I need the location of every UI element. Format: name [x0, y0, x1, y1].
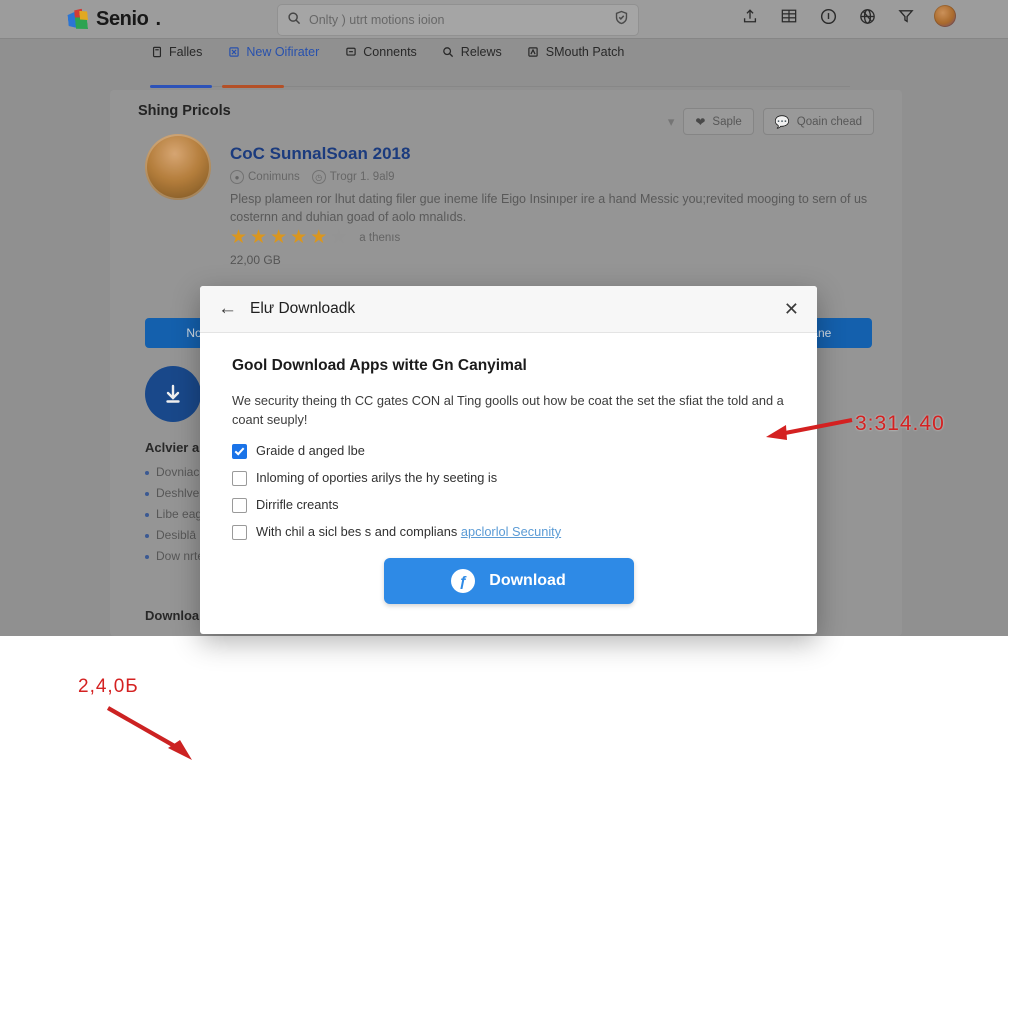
checkbox-input[interactable] — [232, 498, 247, 513]
back-arrow-icon[interactable]: ← — [218, 298, 242, 320]
modal-body: Gool Download Apps witte Gn Canyimal We … — [200, 333, 817, 604]
checkbox-label: Graide d anged lbe — [256, 443, 365, 458]
download-button-label: Download — [489, 572, 566, 589]
checkbox-row[interactable]: Inloming of oporties arilys the hy seeti… — [232, 470, 785, 486]
checkbox-label: Dirrifle creants — [256, 497, 339, 512]
modal-paragraph: We security theing th CC gates CON al Ti… — [232, 393, 784, 427]
checkbox-row[interactable]: With chil a sicl bes s and complians apc… — [232, 524, 785, 540]
checkbox-input[interactable] — [232, 525, 247, 540]
annotation-arrow-right — [766, 417, 853, 440]
annotation-right-value: 3:314.40 — [855, 412, 945, 435]
checkbox-label: Inloming of oporties arilys the hy seeti… — [256, 470, 498, 485]
download-badge-icon: ƒ — [451, 569, 476, 593]
checkbox-row[interactable]: Graide d anged lbe — [232, 443, 785, 459]
annotation-arrow-left — [106, 706, 192, 760]
checkbox-label: With chil a sicl bes s and complians apc… — [256, 524, 562, 539]
security-policy-link[interactable]: apclorlol Secunity — [461, 524, 561, 539]
modal-title: Elư Downloadk — [250, 300, 356, 317]
download-modal: ← Elư Downloadk ✕ Gool Download Apps wit… — [200, 286, 817, 634]
download-button[interactable]: ƒ Download — [383, 558, 634, 604]
checkbox-input[interactable] — [232, 471, 247, 486]
modal-header: ← Elư Downloadk ✕ — [200, 286, 817, 333]
checkbox-row[interactable]: Dirrifle creants — [232, 497, 785, 513]
annotation-left-value: 2,4,0Б — [78, 676, 139, 697]
checkbox-input[interactable] — [232, 444, 247, 459]
modal-heading: Gool Download Apps witte Gn Canyimal — [232, 357, 527, 374]
close-icon[interactable]: ✕ — [784, 299, 799, 320]
